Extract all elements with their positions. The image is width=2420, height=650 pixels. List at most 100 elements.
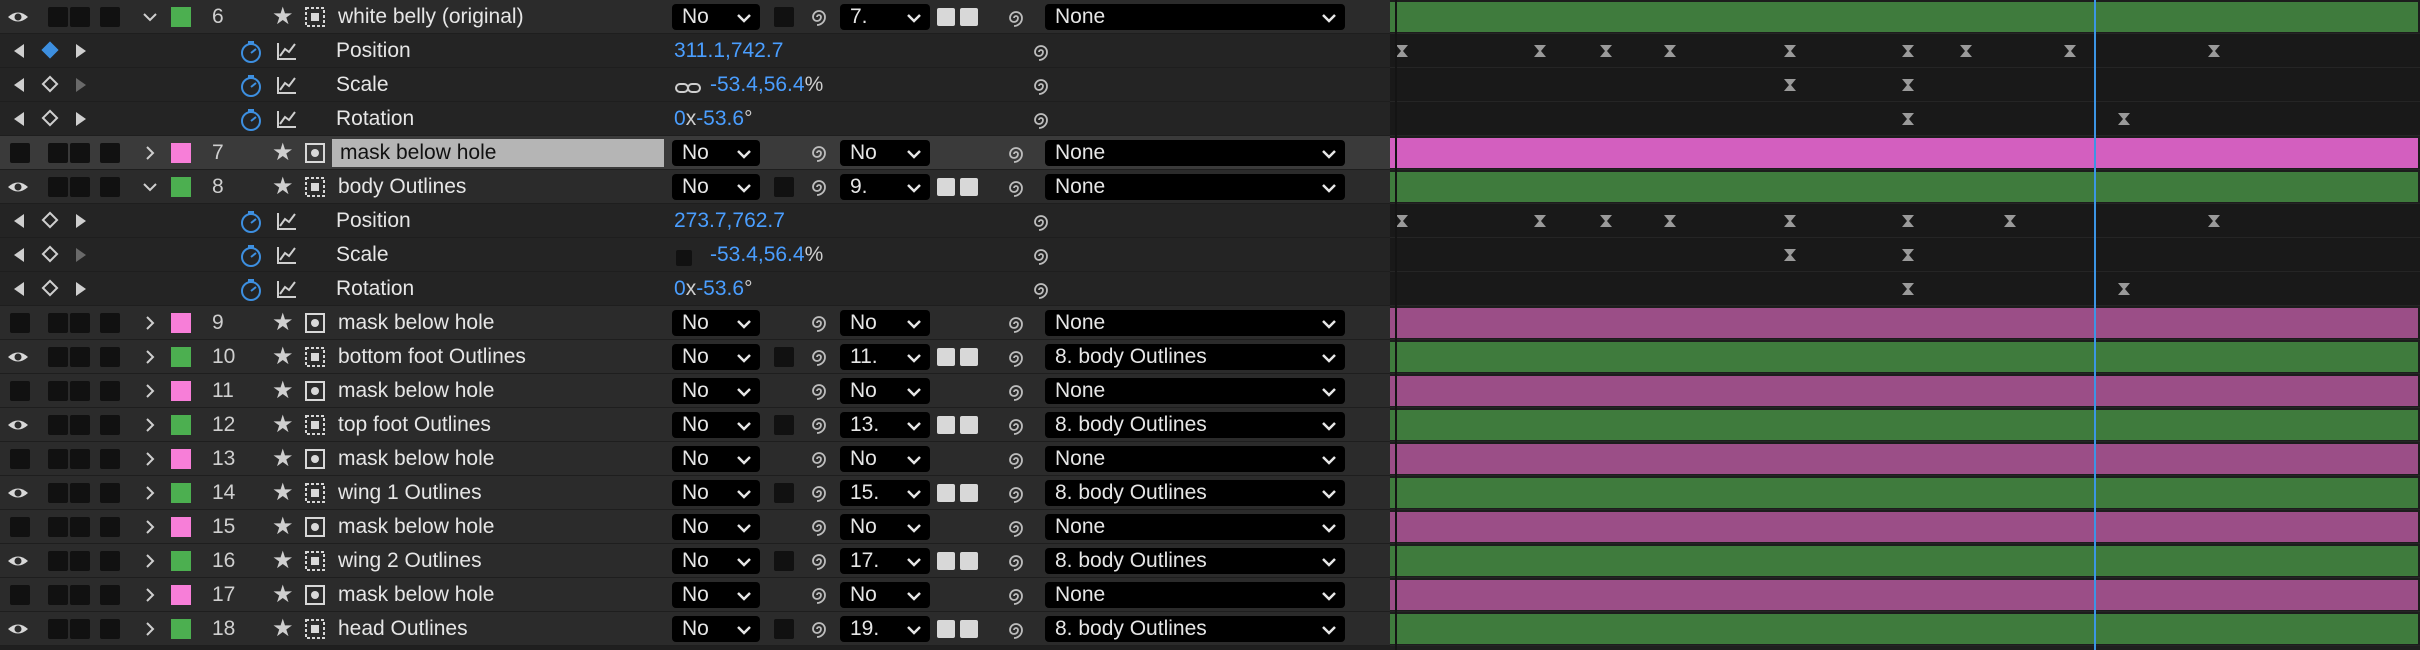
matte-layer-dropdown[interactable]: 17. bbox=[840, 548, 930, 574]
layer-name[interactable]: mask below hole bbox=[338, 578, 494, 612]
lock-toggle[interactable] bbox=[100, 415, 120, 435]
layer-name[interactable]: bottom foot Outlines bbox=[338, 340, 526, 374]
solo-toggle[interactable] bbox=[70, 177, 90, 197]
twirl-open-icon[interactable] bbox=[142, 179, 158, 195]
invert-matte-icon[interactable] bbox=[960, 178, 978, 196]
shy-star-icon[interactable]: ★ bbox=[272, 481, 294, 505]
alpha-matte-icon[interactable] bbox=[937, 620, 955, 638]
preserve-transparency-toggle[interactable] bbox=[774, 177, 794, 197]
track-matte-pickwhip-icon[interactable] bbox=[808, 618, 832, 642]
alpha-matte-icon[interactable] bbox=[937, 416, 955, 434]
parent-dropdown[interactable]: None bbox=[1045, 446, 1345, 472]
parent-dropdown[interactable]: 8. body Outlines bbox=[1045, 616, 1345, 642]
add-keyframe-icon[interactable] bbox=[41, 109, 59, 127]
matte-layer-dropdown[interactable]: 9. bbox=[840, 174, 930, 200]
track-matte-pickwhip-icon[interactable] bbox=[808, 516, 832, 540]
keyframe-marker[interactable] bbox=[2117, 112, 2131, 126]
parent-dropdown[interactable]: None bbox=[1045, 310, 1345, 336]
keyframe-marker[interactable] bbox=[1783, 214, 1797, 228]
blend-mode-dropdown[interactable]: No bbox=[672, 344, 760, 370]
current-time-indicator[interactable] bbox=[2094, 0, 2096, 650]
stopwatch-icon[interactable] bbox=[238, 243, 264, 269]
prev-keyframe-icon[interactable] bbox=[14, 248, 24, 262]
keyframe-marker[interactable] bbox=[1599, 44, 1613, 58]
preserve-transparency-toggle[interactable] bbox=[774, 483, 794, 503]
next-keyframe-icon[interactable] bbox=[76, 78, 86, 92]
add-keyframe-icon[interactable] bbox=[41, 211, 59, 229]
layer-duration-bar[interactable] bbox=[1390, 2, 2418, 32]
layer-name[interactable]: wing 1 Outlines bbox=[338, 476, 482, 510]
preserve-transparency-toggle[interactable] bbox=[774, 347, 794, 367]
label-color-swatch[interactable] bbox=[171, 585, 191, 605]
graph-editor-icon[interactable] bbox=[276, 41, 298, 61]
layer-name[interactable]: head Outlines bbox=[338, 612, 468, 646]
blend-mode-dropdown[interactable]: No bbox=[672, 140, 760, 166]
keyframe-marker[interactable] bbox=[1533, 214, 1547, 228]
rotation-revolutions[interactable]: 0 bbox=[674, 277, 686, 300]
label-color-swatch[interactable] bbox=[171, 143, 191, 163]
keyframe-marker[interactable] bbox=[1395, 44, 1409, 58]
scale-values[interactable]: -53.4,56.4 bbox=[710, 73, 805, 96]
preserve-transparency-toggle[interactable] bbox=[774, 415, 794, 435]
lock-toggle[interactable] bbox=[100, 585, 120, 605]
matte-layer-dropdown[interactable]: 11. bbox=[840, 344, 930, 370]
lock-toggle[interactable] bbox=[100, 313, 120, 333]
track-matte-pickwhip-icon[interactable] bbox=[808, 414, 832, 438]
layer-duration-bar[interactable] bbox=[1390, 172, 2418, 202]
track-matte-dropdown[interactable]: No bbox=[840, 378, 930, 404]
eye-icon[interactable] bbox=[6, 550, 30, 572]
blend-mode-dropdown[interactable]: No bbox=[672, 446, 760, 472]
preserve-transparency-toggle[interactable] bbox=[774, 551, 794, 571]
shy-star-icon[interactable]: ★ bbox=[272, 311, 294, 335]
blend-mode-dropdown[interactable]: No bbox=[672, 310, 760, 336]
label-color-swatch[interactable] bbox=[171, 517, 191, 537]
twirl-closed-icon[interactable] bbox=[142, 519, 158, 535]
layer-duration-bar[interactable] bbox=[1390, 478, 2418, 508]
audio-toggle[interactable] bbox=[48, 619, 68, 639]
layer-name[interactable]: mask below hole bbox=[332, 139, 664, 167]
matte-layer-dropdown[interactable]: 15. bbox=[840, 480, 930, 506]
blend-mode-dropdown[interactable]: No bbox=[672, 174, 760, 200]
next-keyframe-icon[interactable] bbox=[76, 282, 86, 296]
next-keyframe-icon[interactable] bbox=[76, 44, 86, 58]
eye-icon[interactable] bbox=[6, 618, 30, 640]
label-color-swatch[interactable] bbox=[171, 7, 191, 27]
audio-toggle[interactable] bbox=[48, 551, 68, 571]
parent-pickwhip-icon[interactable] bbox=[1005, 313, 1027, 335]
property-value[interactable]: 273.7,762.7 bbox=[674, 204, 785, 238]
parent-dropdown[interactable]: None bbox=[1045, 140, 1345, 166]
prev-keyframe-icon[interactable] bbox=[14, 282, 24, 296]
invert-matte-icon[interactable] bbox=[960, 484, 978, 502]
layer-row-11[interactable]: 11 ★ mask below hole No No None bbox=[0, 374, 2420, 408]
parent-pickwhip-icon[interactable] bbox=[1005, 381, 1027, 403]
keyframe-marker[interactable] bbox=[1901, 44, 1915, 58]
lock-toggle[interactable] bbox=[100, 551, 120, 571]
next-keyframe-icon[interactable] bbox=[76, 248, 86, 262]
blend-mode-dropdown[interactable]: No bbox=[672, 480, 760, 506]
parent-dropdown[interactable]: 8. body Outlines bbox=[1045, 412, 1345, 438]
parent-dropdown[interactable]: None bbox=[1045, 174, 1345, 200]
layer-name[interactable]: mask below hole bbox=[338, 374, 494, 408]
layer-row-14[interactable]: 14 ★ wing 1 Outlines No 15. 8. body Outlines bbox=[0, 476, 2420, 510]
lock-toggle[interactable] bbox=[100, 7, 120, 27]
add-keyframe-icon[interactable] bbox=[41, 41, 59, 59]
layer-duration-bar[interactable] bbox=[1390, 342, 2418, 372]
prev-keyframe-icon[interactable] bbox=[14, 112, 24, 126]
track-matte-pickwhip-icon[interactable] bbox=[808, 176, 832, 200]
keyframe-marker[interactable] bbox=[1783, 44, 1797, 58]
alpha-matte-icon[interactable] bbox=[937, 178, 955, 196]
lock-toggle[interactable] bbox=[100, 381, 120, 401]
twirl-closed-icon[interactable] bbox=[142, 383, 158, 399]
parent-pickwhip-icon[interactable] bbox=[1005, 449, 1027, 471]
keyframe-marker[interactable] bbox=[1663, 214, 1677, 228]
layer-duration-bar[interactable] bbox=[1390, 546, 2418, 576]
layer-row-8[interactable]: 8 ★ body Outlines No 9. None bbox=[0, 170, 2420, 204]
lock-toggle[interactable] bbox=[100, 449, 120, 469]
property-value[interactable]: 0x-53.6° bbox=[674, 102, 752, 136]
constrain-proportions-icon[interactable] bbox=[674, 245, 702, 267]
parent-dropdown[interactable]: None bbox=[1045, 582, 1345, 608]
visibility-toggle[interactable] bbox=[10, 449, 30, 469]
property-value[interactable]: -53.4,56.4% bbox=[674, 238, 823, 272]
matte-layer-dropdown[interactable]: 13. bbox=[840, 412, 930, 438]
solo-toggle[interactable] bbox=[70, 483, 90, 503]
